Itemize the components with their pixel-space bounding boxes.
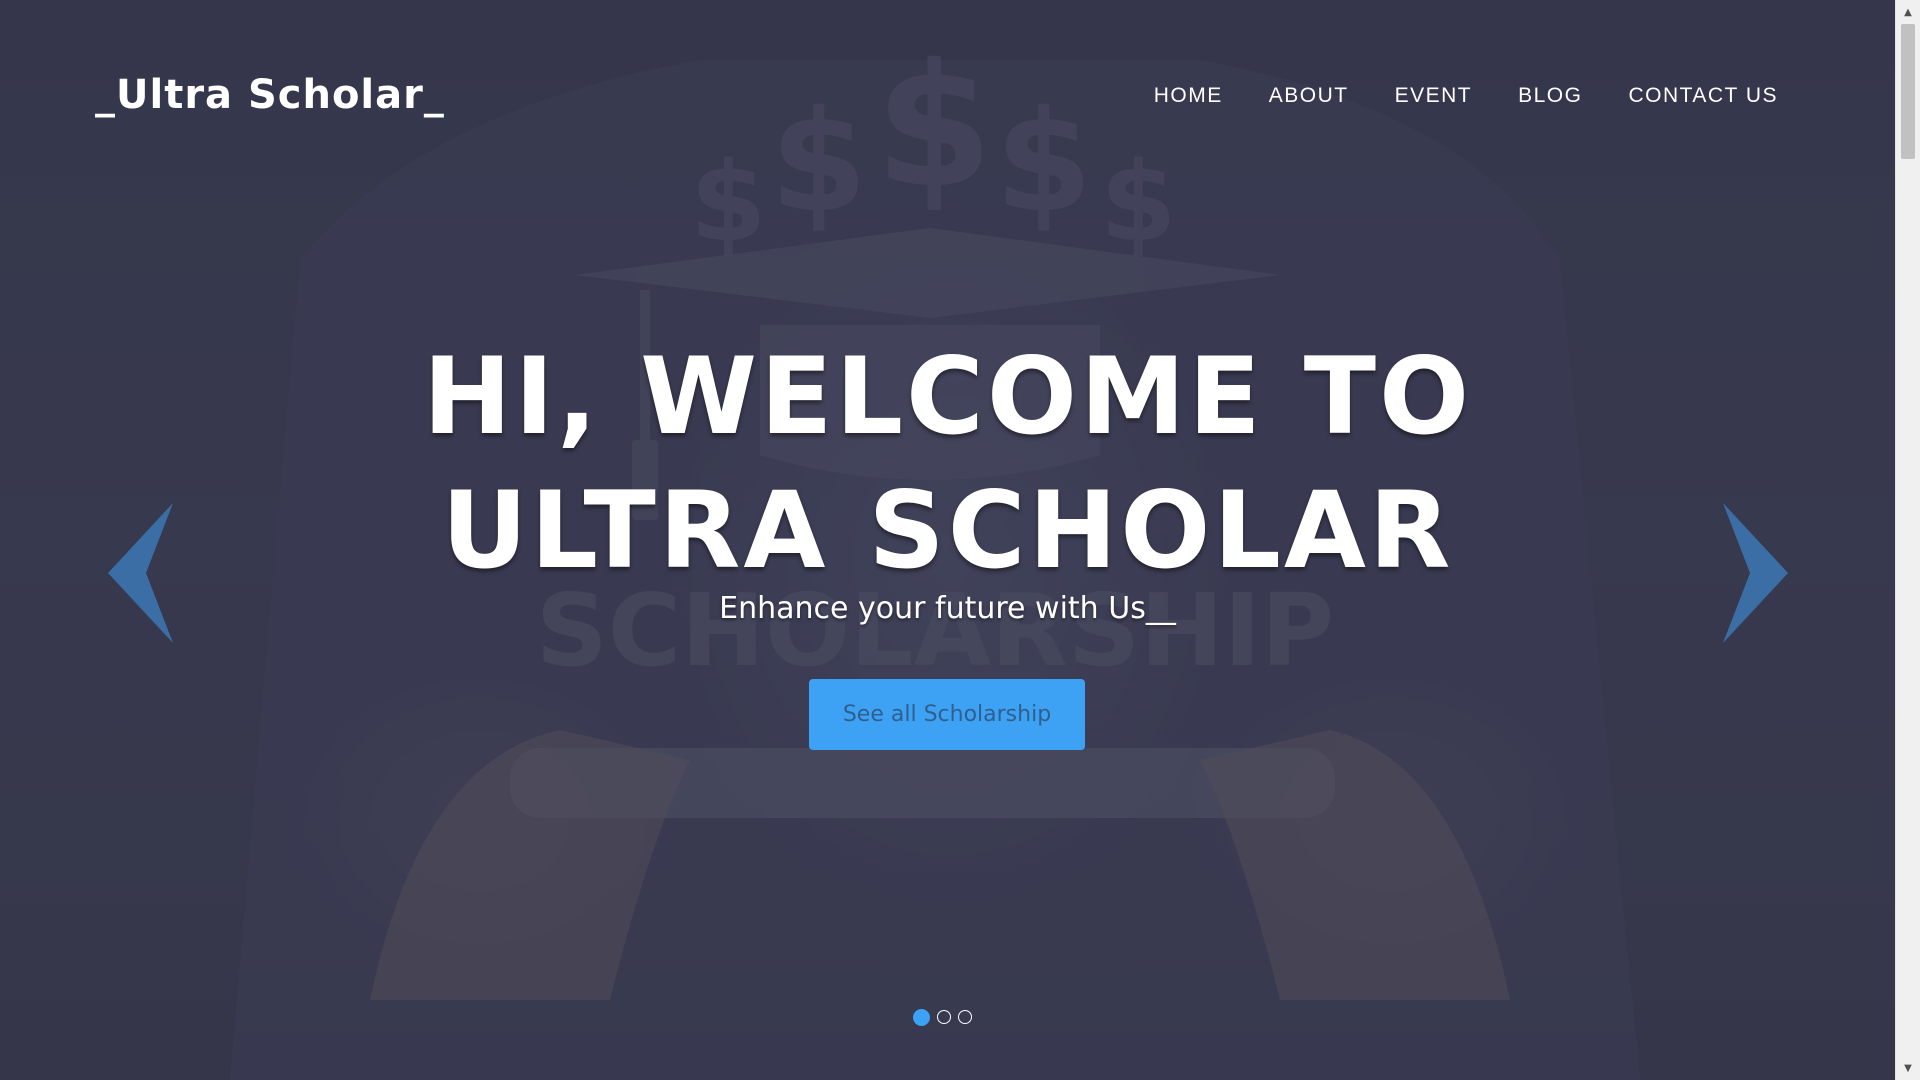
carousel-indicators <box>913 1008 972 1026</box>
nav-about[interactable]: ABOUT <box>1269 84 1349 108</box>
scroll-up-arrow-icon[interactable]: ▲ <box>1896 2 1920 22</box>
see-all-scholarship-button[interactable]: See all Scholarship <box>809 679 1085 750</box>
nav-event[interactable]: EVENT <box>1395 84 1473 108</box>
scroll-thumb[interactable] <box>1901 24 1915 159</box>
scroll-down-arrow-icon[interactable]: ▼ <box>1896 1058 1920 1078</box>
chevron-left-icon <box>108 503 173 643</box>
page-scrollbar[interactable]: ▲ ▼ <box>1895 0 1920 1080</box>
carousel-indicator-1[interactable] <box>913 1008 930 1026</box>
hero-subtitle: Enhance your future with Us__ <box>719 591 1176 626</box>
carousel-indicator-3[interactable] <box>958 1010 972 1024</box>
hero-section: $ $ $ $ $ SCHOLARSHIP _Ultra Scholar_ HO… <box>0 0 1895 1080</box>
site-logo[interactable]: _Ultra Scholar_ <box>95 72 445 118</box>
carousel-indicator-2[interactable] <box>937 1010 951 1024</box>
nav-contact-us[interactable]: CONTACT US <box>1628 84 1778 108</box>
carousel-prev-button[interactable] <box>108 503 178 643</box>
nav-blog[interactable]: BLOG <box>1518 84 1582 108</box>
chevron-right-icon <box>1723 503 1788 643</box>
nav-home[interactable]: HOME <box>1154 84 1223 108</box>
hero-title: HI, WELCOME TO ULTRA SCHOLAR <box>422 335 1473 592</box>
main-nav: HOME ABOUT EVENT BLOG CONTACT US <box>1108 84 1778 108</box>
carousel-next-button[interactable] <box>1718 503 1788 643</box>
